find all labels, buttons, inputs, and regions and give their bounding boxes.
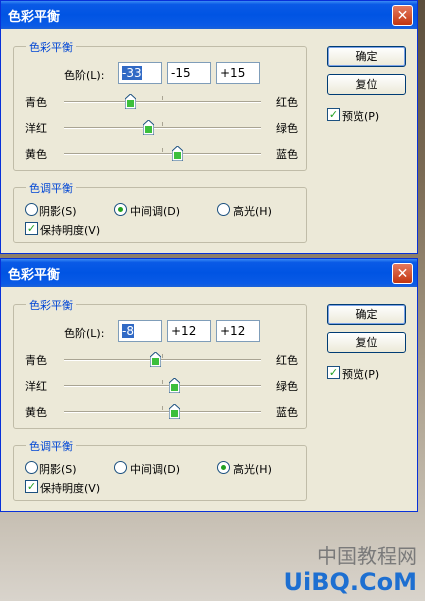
slider-right-label-1: 红色 [276, 354, 298, 367]
slider-right-label-2: 绿色 [276, 122, 298, 135]
ok-button[interactable]: 确定 [327, 46, 406, 67]
color-balance-group-title: 色彩平衡 [26, 39, 76, 55]
radio-shadows[interactable] [25, 461, 38, 474]
slider-center-tick [162, 406, 163, 410]
slider-left-label-1: 青色 [25, 96, 47, 109]
color-balance-dialog-2: 色彩平衡 ✕ 色彩平衡色阶(L): -8 +12 +12 青色 红色洋红 绿色黄色 蓝色色调平衡阴… [0, 258, 418, 512]
tone-balance-group-title: 色调平衡 [26, 438, 76, 454]
slider-track-2[interactable] [64, 385, 261, 387]
level-value-2: +12 [171, 324, 197, 338]
slider-track-1[interactable] [64, 101, 261, 103]
dialog-title: 色彩平衡 [8, 9, 61, 25]
slider-thumb-1[interactable] [124, 94, 136, 109]
level-field-1[interactable]: -33 [118, 62, 162, 84]
close-icon: ✕ [396, 265, 409, 282]
level-value-3: +15 [220, 66, 246, 80]
radio-shadows-label[interactable]: 阴影(S) [39, 461, 77, 477]
slider-thumb-3[interactable] [172, 146, 184, 161]
level-field-2[interactable]: -15 [167, 62, 211, 84]
ok-button[interactable]: 确定 [327, 304, 406, 325]
level-value-3: +12 [220, 324, 246, 338]
slider-center-tick [162, 122, 163, 126]
radio-shadows-label[interactable]: 阴影(S) [39, 203, 77, 219]
preview-label[interactable]: 预览(P) [342, 108, 379, 124]
color-balance-dialog-1: 色彩平衡 ✕ 色彩平衡色阶(L): -33 -15 +15 青色 红色洋红 绿色黄色 蓝色色调平衡… [0, 0, 418, 254]
reset-button[interactable]: 复位 [327, 332, 406, 353]
radio-midtones[interactable] [114, 461, 127, 474]
slider-thumb-2[interactable] [169, 378, 181, 393]
radio-shadows[interactable] [25, 203, 38, 216]
slider-right-label-2: 绿色 [276, 380, 298, 393]
level-field-1[interactable]: -8 [118, 320, 162, 342]
radio-highlights[interactable] [217, 203, 230, 216]
radio-midtones-label[interactable]: 中间调(D) [130, 461, 180, 477]
slider-track-3[interactable] [64, 411, 261, 413]
slider-track-3[interactable] [64, 153, 261, 155]
slider-center-tick [162, 96, 163, 100]
preserve-luminosity-label[interactable]: 保持明度(V) [40, 480, 100, 496]
close-button[interactable]: ✕ [392, 263, 413, 284]
radio-selected-dot [221, 465, 226, 470]
slider-thumb-1[interactable] [149, 352, 161, 367]
close-button[interactable]: ✕ [392, 5, 413, 26]
radio-midtones-label[interactable]: 中间调(D) [130, 203, 180, 219]
level-value-1: -8 [122, 324, 134, 338]
preview-label[interactable]: 预览(P) [342, 366, 379, 382]
slider-thumb-2[interactable] [142, 120, 154, 135]
radio-highlights[interactable] [217, 461, 230, 474]
preserve-luminosity-checkbox[interactable]: ✓ [25, 222, 38, 235]
preserve-luminosity-checkbox[interactable]: ✓ [25, 480, 38, 493]
slider-thumb-3[interactable] [169, 404, 181, 419]
levels-label: 色阶(L): [64, 327, 105, 340]
levels-label: 色阶(L): [64, 69, 105, 82]
slider-center-tick [162, 354, 163, 358]
radio-highlights-label[interactable]: 高光(H) [233, 203, 272, 219]
slider-right-label-3: 蓝色 [276, 406, 298, 419]
slider-center-tick [162, 380, 163, 384]
slider-left-label-3: 黄色 [25, 148, 47, 161]
slider-track-2[interactable] [64, 127, 261, 129]
dialog-title: 色彩平衡 [8, 267, 61, 283]
color-balance-group-title: 色彩平衡 [26, 297, 76, 313]
radio-highlights-label[interactable]: 高光(H) [233, 461, 272, 477]
level-value-1: -33 [122, 66, 142, 80]
reset-button[interactable]: 复位 [327, 74, 406, 95]
level-field-2[interactable]: +12 [167, 320, 211, 342]
tone-balance-group-title: 色调平衡 [26, 180, 76, 196]
radio-selected-dot [118, 207, 123, 212]
slider-left-label-2: 洋红 [25, 122, 47, 135]
slider-left-label-3: 黄色 [25, 406, 47, 419]
slider-right-label-3: 蓝色 [276, 148, 298, 161]
slider-center-tick [162, 148, 163, 152]
level-field-3[interactable]: +15 [216, 62, 260, 84]
preview-checkbox[interactable]: ✓ [327, 366, 340, 379]
level-field-3[interactable]: +12 [216, 320, 260, 342]
preview-checkbox[interactable]: ✓ [327, 108, 340, 121]
level-value-2: -15 [171, 66, 191, 80]
watermark-text: 中国教程网 [317, 544, 417, 568]
slider-left-label-1: 青色 [25, 354, 47, 367]
watermark-logo: UiBQ.CoM [283, 568, 417, 596]
preserve-luminosity-label[interactable]: 保持明度(V) [40, 222, 100, 238]
title-bar[interactable]: 色彩平衡 [1, 1, 417, 29]
slider-right-label-1: 红色 [276, 96, 298, 109]
slider-track-1[interactable] [64, 359, 261, 361]
close-icon: ✕ [396, 7, 409, 24]
slider-left-label-2: 洋红 [25, 380, 47, 393]
radio-midtones[interactable] [114, 203, 127, 216]
title-bar[interactable]: 色彩平衡 [1, 259, 417, 287]
